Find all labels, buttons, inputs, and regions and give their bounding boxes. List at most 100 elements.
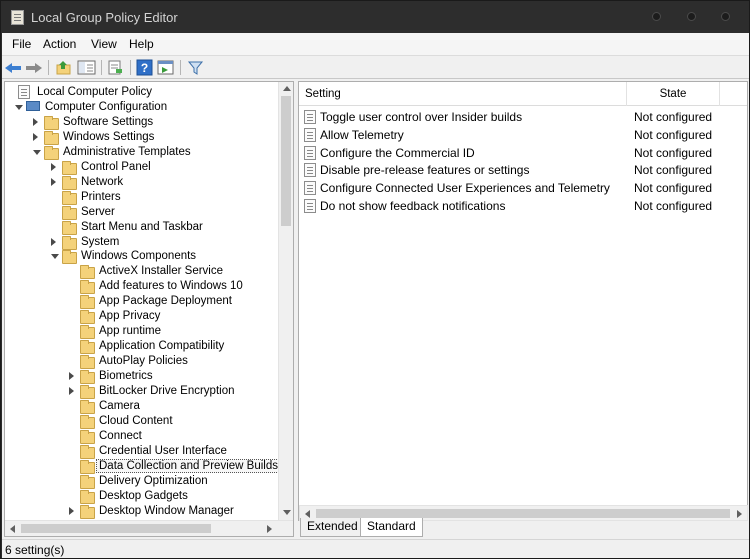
menu-help[interactable]: Help [127,36,156,52]
view-tabs: Extended Standard [298,518,748,538]
tree-item[interactable]: Connect [5,429,279,444]
tree-item[interactable]: ActiveX Installer Service [5,264,279,280]
tree-item[interactable]: Delivery Optimization [5,474,279,489]
tree-item[interactable]: Software Settings [5,115,279,130]
tree-item[interactable]: Local Computer Policy [5,85,279,100]
tree-item-label: Biometrics [99,370,153,383]
back-arrow-icon [5,63,21,73]
tree-item[interactable]: Biometrics [5,369,279,385]
tree-item[interactable]: Administrative Templates [5,145,279,160]
forward-button[interactable] [26,59,43,76]
help-icon: ? [136,59,153,76]
tree-item-label: Windows Components [81,250,197,263]
tab-standard[interactable]: Standard [360,518,423,537]
toolbar-separator [180,60,181,75]
settings-list-pane[interactable]: Setting State Toggle user control over I… [298,81,748,521]
tree-item[interactable]: App runtime [5,324,279,340]
settings-row[interactable]: Do not show feedback notifications Not co… [299,197,747,215]
tab-extended[interactable]: Extended [300,518,365,537]
tree-item[interactable]: Windows Settings [5,130,279,145]
tree-item[interactable]: Windows Components [5,249,279,265]
scroll-right-icon[interactable] [267,525,272,533]
tree-item[interactable]: Network [5,175,279,190]
menu-view[interactable]: View [89,36,119,52]
tree-item[interactable]: Cloud Content [5,414,279,429]
tree-item[interactable]: Camera [5,399,279,414]
tree-item[interactable]: AutoPlay Policies [5,354,279,370]
tree-item[interactable]: BitLocker Drive Encryption [5,384,279,399]
collapse-arrow-icon[interactable] [69,506,74,515]
tree-item-label: Computer Configuration [45,100,168,113]
tree-item[interactable]: Add features to Windows 10 [5,279,279,295]
show-hide-tree-button[interactable] [77,59,96,76]
collapse-arrow-icon[interactable] [51,162,56,171]
properties-button[interactable] [157,59,174,76]
tree-item[interactable]: Data Collection and Preview Builds [5,458,279,474]
tree-item[interactable]: Server [5,205,279,220]
collapse-arrow-icon[interactable] [51,237,56,246]
tree-item[interactable]: Printers [5,190,279,205]
folder-icon [80,414,95,429]
collapse-arrow-icon[interactable] [51,177,56,186]
expand-arrow-icon[interactable] [33,149,41,155]
folder-icon [80,265,95,280]
filter-button[interactable] [187,59,204,76]
scroll-right-icon[interactable] [737,510,742,518]
tree-hscroll-thumb[interactable] [21,524,211,533]
tree-item-label: ActiveX Installer Service [99,265,223,278]
settings-row[interactable]: Configure Connected User Experiences and… [299,179,747,197]
tree-item-label: Data Collection and Preview Builds [96,458,279,473]
tree-item[interactable]: Control Panel [5,160,279,175]
tree-pane[interactable]: Local Computer Policy Computer Configurat… [4,81,294,537]
folder-icon [44,130,59,145]
tree-item[interactable]: App Privacy [5,309,279,325]
tree-item[interactable]: Computer Configuration [5,100,279,115]
scroll-up-icon[interactable] [283,86,291,91]
scroll-left-icon[interactable] [305,510,310,518]
column-header-setting[interactable]: Setting [299,82,627,106]
up-one-level-button[interactable] [55,59,72,76]
tree-vertical-scrollbar[interactable] [278,82,293,520]
tree-item[interactable]: Application Compatibility [5,339,279,355]
collapse-arrow-icon[interactable] [69,387,74,395]
settings-row[interactable]: Disable pre-release features or settings… [299,161,747,179]
column-header-state[interactable]: State [627,82,720,106]
collapse-arrow-icon[interactable] [33,117,38,126]
tree-item-label: Server [81,205,115,218]
tree-item[interactable]: Desktop Window Manager [5,504,279,519]
tree-scroll-thumb[interactable] [281,96,291,226]
tree-item[interactable]: Start Menu and Taskbar [5,220,279,235]
folder-icon [80,310,95,325]
tree-item[interactable]: Credential User Interface [5,444,279,459]
folder-icon [62,250,77,265]
tree-item-label: Network [81,175,124,188]
scroll-left-icon[interactable] [10,525,15,533]
help-button[interactable]: ? [136,59,153,76]
minimize-button[interactable] [652,12,661,21]
close-button[interactable] [721,12,730,21]
menu-action[interactable]: Action [41,36,78,52]
tree-item[interactable]: Desktop Gadgets [5,489,279,504]
tree-horizontal-scrollbar[interactable] [5,520,293,536]
tree-item[interactable]: System [5,235,279,250]
collapse-arrow-icon[interactable] [33,132,38,141]
window-title: Local Group Policy Editor [31,10,178,25]
tree-item[interactable]: App Package Deployment [5,294,279,310]
app-window: Local Group Policy Editor File Action Vi… [0,0,750,559]
list-hscroll-thumb[interactable] [316,509,730,518]
settings-row[interactable]: Toggle user control over Insider builds N… [299,108,747,126]
tree-item-label: Delivery Optimization [99,474,208,487]
settings-row[interactable]: Allow Telemetry Not configured [299,126,747,144]
maximize-button[interactable] [687,12,696,21]
export-list-button[interactable] [107,59,124,76]
setting-state: Not configured [634,127,713,142]
back-button[interactable] [5,59,22,76]
menu-file[interactable]: File [10,36,33,52]
policy-tree: Local Computer Policy Computer Configurat… [5,82,279,520]
expand-arrow-icon[interactable] [51,254,59,260]
folder-icon [80,280,95,295]
expand-arrow-icon[interactable] [15,104,23,110]
collapse-arrow-icon[interactable] [69,372,74,381]
scroll-down-icon[interactable] [283,510,291,515]
settings-row[interactable]: Configure the Commercial ID Not configure… [299,144,747,162]
